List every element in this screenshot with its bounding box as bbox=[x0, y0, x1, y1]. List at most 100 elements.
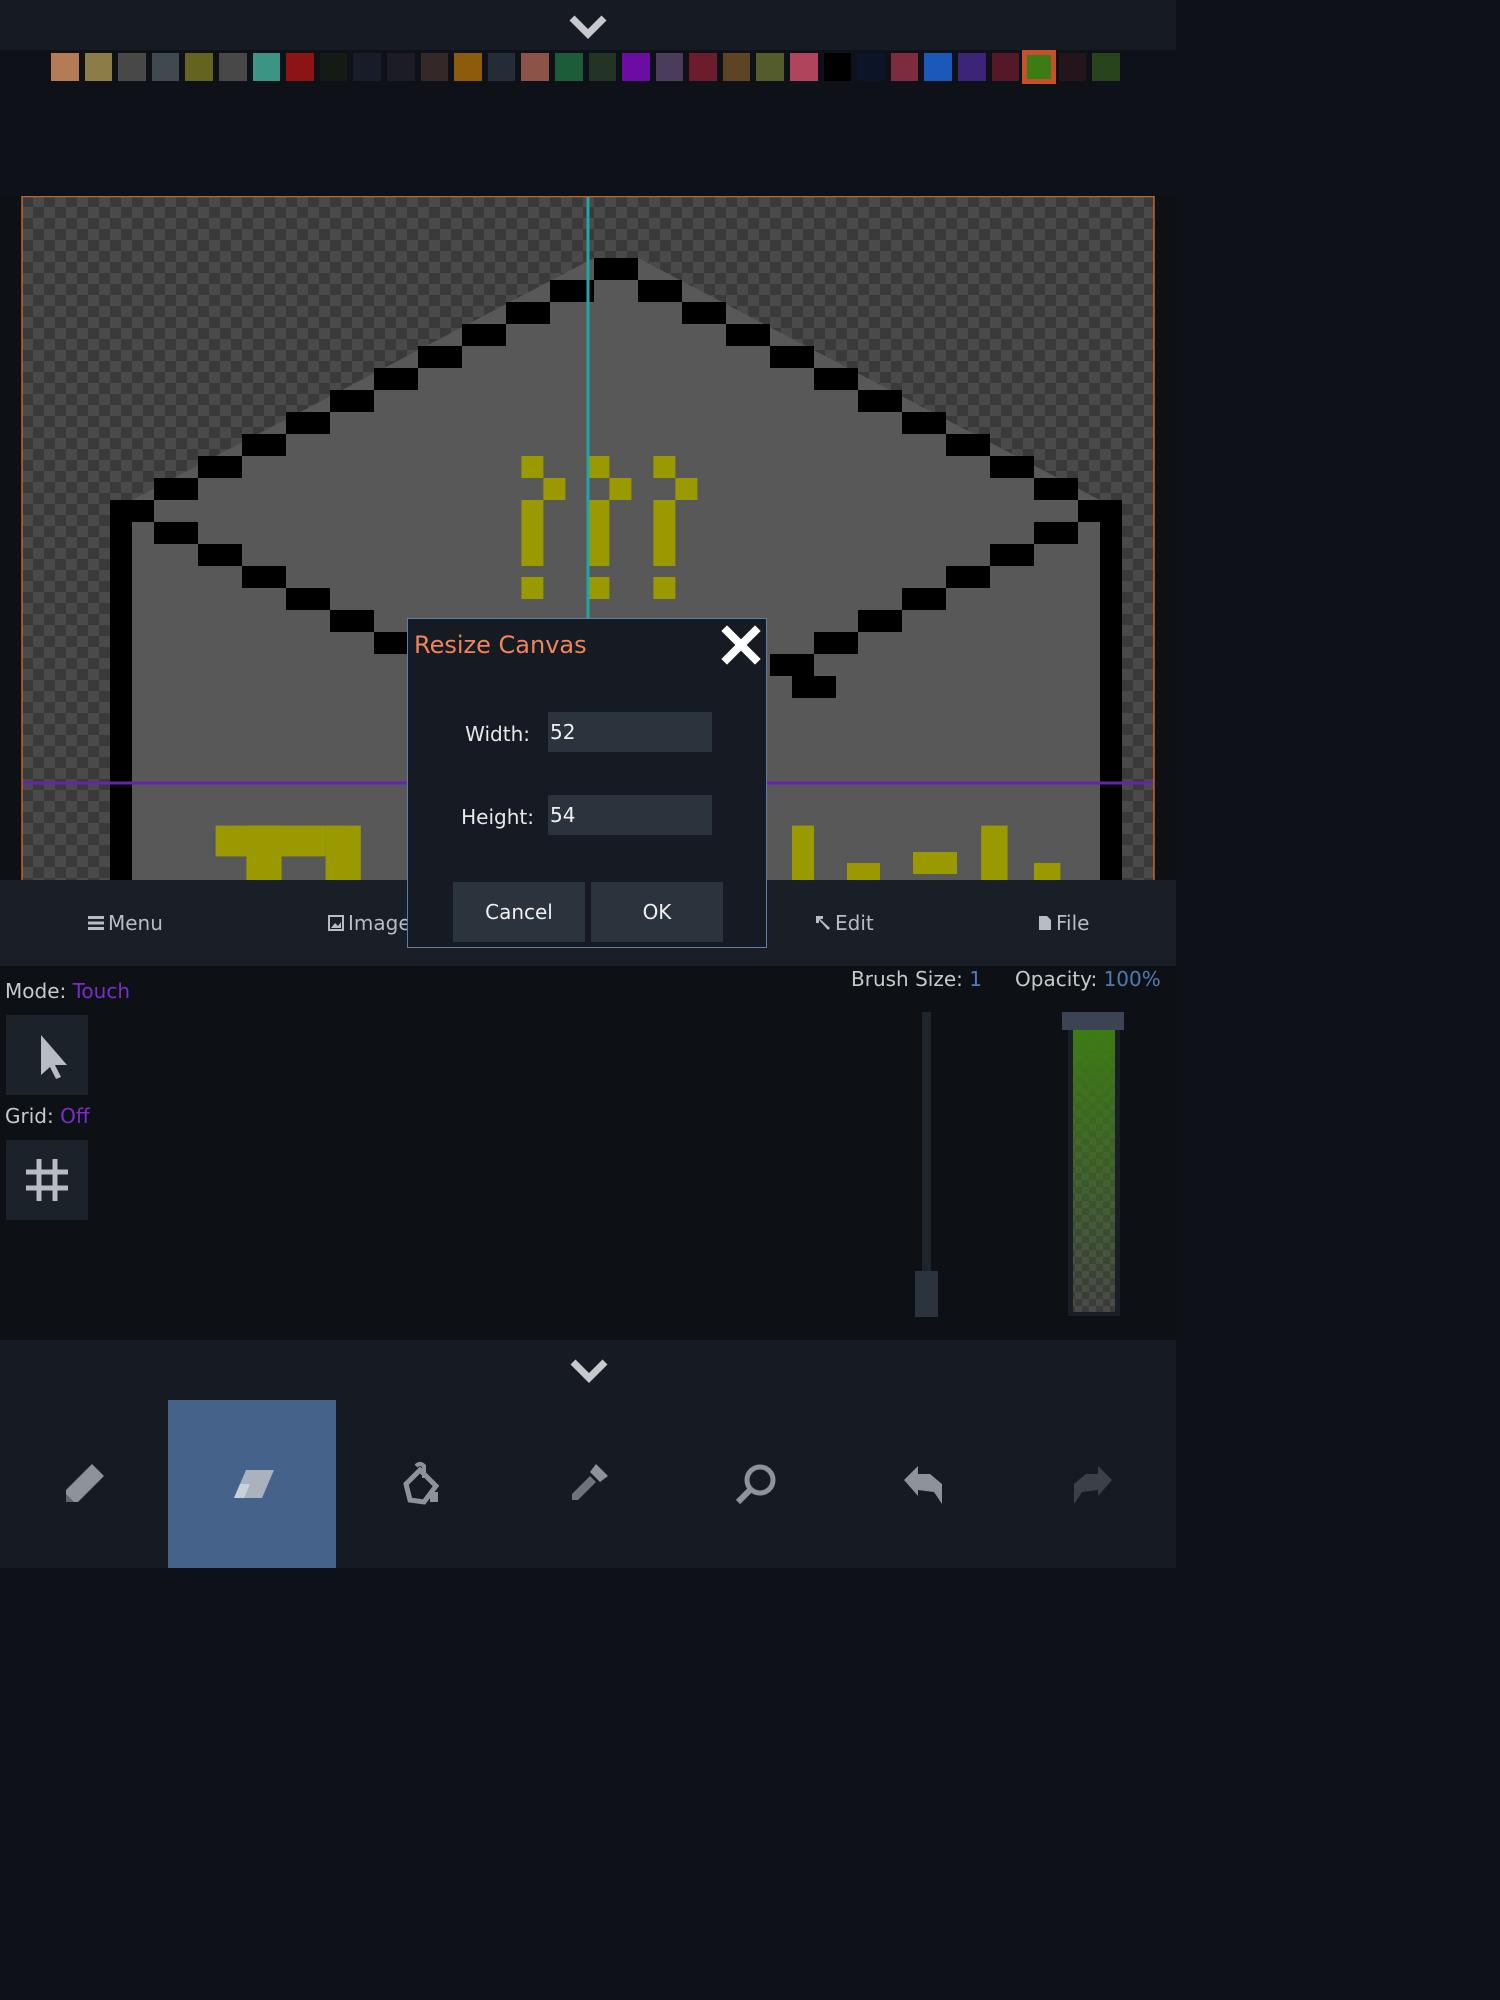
envelope-outline bbox=[1034, 522, 1078, 544]
ok-button[interactable]: OK bbox=[591, 882, 723, 942]
palette-swatch[interactable] bbox=[1089, 50, 1123, 84]
cancel-button[interactable]: Cancel bbox=[453, 882, 585, 942]
edit-arrow-icon bbox=[816, 916, 830, 930]
pencil-tool-button[interactable] bbox=[0, 1400, 168, 1568]
question-mark-pixel bbox=[543, 478, 566, 500]
menu-button[interactable]: Menu bbox=[88, 880, 163, 966]
question-mark-pixel bbox=[653, 500, 676, 522]
mode-toggle-button[interactable] bbox=[6, 1015, 88, 1095]
palette-swatch[interactable] bbox=[115, 50, 149, 84]
eraser-tool-button[interactable] bbox=[168, 1400, 336, 1568]
envelope-outline bbox=[814, 632, 858, 654]
palette-swatch[interactable] bbox=[417, 50, 452, 84]
file-menu-button[interactable]: File bbox=[1038, 880, 1089, 966]
palette-swatch[interactable] bbox=[955, 50, 989, 84]
palette-swatch[interactable] bbox=[484, 50, 519, 84]
palette-swatch[interactable] bbox=[921, 50, 956, 84]
zoom-tool-button[interactable] bbox=[672, 1400, 840, 1568]
eyedropper-tool-button[interactable] bbox=[504, 1400, 672, 1568]
question-mark-pixel bbox=[653, 456, 676, 478]
redo-button[interactable] bbox=[1008, 1400, 1176, 1568]
envelope-outline bbox=[110, 500, 132, 880]
dialog-title: Resize Canvas bbox=[414, 631, 587, 659]
file-label: File bbox=[1056, 911, 1090, 935]
resize-canvas-dialog: Resize Canvas Width: Height: Cancel OK bbox=[407, 618, 767, 948]
palette-swatch[interactable] bbox=[383, 50, 418, 84]
opacity-slider-handle[interactable] bbox=[1062, 1012, 1124, 1030]
envelope-outline bbox=[374, 368, 418, 390]
height-input[interactable] bbox=[548, 795, 712, 835]
palette-swatch[interactable] bbox=[451, 50, 485, 84]
palette-swatch[interactable] bbox=[753, 50, 788, 84]
brush-size-slider-track[interactable] bbox=[922, 1012, 931, 1312]
palette-swatch[interactable] bbox=[1022, 50, 1056, 84]
tool-options-panel bbox=[0, 966, 1176, 1340]
edit-label: Edit bbox=[835, 911, 874, 935]
text-pixel bbox=[246, 825, 282, 880]
palette-swatch[interactable] bbox=[350, 50, 384, 84]
eraser-icon bbox=[234, 1470, 274, 1498]
palette-swatch[interactable] bbox=[585, 50, 620, 84]
palette-swatch[interactable] bbox=[652, 50, 687, 84]
envelope-outline bbox=[946, 566, 990, 588]
palette-swatch[interactable] bbox=[518, 50, 552, 84]
envelope-outline bbox=[242, 566, 286, 588]
envelope-outline bbox=[682, 302, 726, 324]
envelope-outline bbox=[638, 280, 682, 302]
brush-size-slider-handle[interactable] bbox=[915, 1271, 938, 1317]
menu-label: Menu bbox=[108, 911, 163, 935]
opacity-slider[interactable] bbox=[1062, 1012, 1124, 1316]
envelope-outline bbox=[990, 544, 1034, 566]
envelope-outline bbox=[770, 346, 814, 368]
palette-swatch[interactable] bbox=[148, 50, 183, 84]
palette-swatch[interactable] bbox=[854, 50, 888, 84]
height-label: Height: bbox=[461, 805, 534, 829]
envelope-outline bbox=[462, 324, 506, 346]
palette-swatch[interactable] bbox=[787, 50, 821, 84]
envelope-outline bbox=[990, 456, 1034, 478]
text-pixel bbox=[913, 852, 957, 874]
grid-toggle-button[interactable] bbox=[6, 1140, 88, 1220]
cursor-icon bbox=[41, 1035, 67, 1079]
question-mark-pixel bbox=[587, 577, 610, 599]
palette-swatch[interactable] bbox=[551, 50, 586, 84]
envelope-outline bbox=[506, 302, 550, 324]
envelope-outline bbox=[132, 500, 154, 522]
palette-swatch[interactable] bbox=[820, 50, 855, 84]
palette-swatch[interactable] bbox=[619, 50, 653, 84]
envelope-outline bbox=[286, 588, 330, 610]
palette-swatch[interactable] bbox=[316, 50, 351, 84]
brush-size-label: Brush Size: bbox=[851, 967, 963, 991]
palette-swatch[interactable] bbox=[988, 50, 1023, 84]
text-pixel bbox=[1034, 863, 1061, 880]
image-menu-button[interactable]: Image bbox=[328, 880, 411, 966]
collapse-palette-chevron-icon[interactable] bbox=[566, 10, 610, 44]
palette-swatch[interactable] bbox=[81, 50, 116, 84]
palette-swatch[interactable] bbox=[719, 50, 754, 84]
collapse-options-chevron-icon[interactable] bbox=[567, 1354, 611, 1388]
question-mark-pixel bbox=[653, 522, 676, 566]
envelope-outline bbox=[1100, 500, 1122, 880]
width-input[interactable] bbox=[548, 712, 712, 752]
palette-swatch[interactable] bbox=[215, 50, 250, 84]
palette-swatch[interactable] bbox=[48, 50, 82, 84]
fill-tool-button[interactable] bbox=[336, 1400, 504, 1568]
file-icon bbox=[1039, 916, 1051, 930]
question-mark-pixel bbox=[587, 456, 610, 478]
undo-icon bbox=[904, 1466, 942, 1504]
palette-swatch[interactable] bbox=[182, 50, 216, 84]
close-icon[interactable] bbox=[721, 625, 761, 665]
question-mark-pixel bbox=[521, 500, 544, 522]
undo-button[interactable] bbox=[840, 1400, 1008, 1568]
hamburger-icon bbox=[88, 916, 104, 930]
question-mark-pixel bbox=[587, 522, 610, 566]
envelope-outline bbox=[858, 610, 902, 632]
envelope-outline bbox=[858, 390, 902, 412]
palette-swatch[interactable] bbox=[887, 50, 922, 84]
palette-swatch[interactable] bbox=[1055, 50, 1090, 84]
palette-swatch[interactable] bbox=[686, 50, 720, 84]
edit-menu-button[interactable]: Edit bbox=[815, 880, 874, 966]
grid-label: Grid: bbox=[5, 1104, 54, 1128]
palette-swatch[interactable] bbox=[249, 50, 284, 84]
palette-swatch[interactable] bbox=[283, 50, 317, 84]
